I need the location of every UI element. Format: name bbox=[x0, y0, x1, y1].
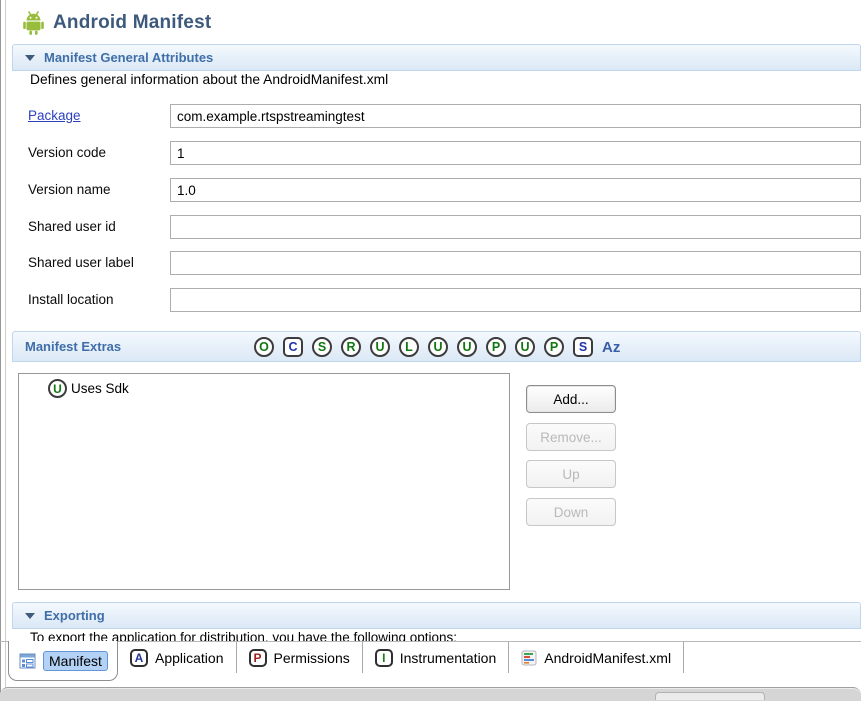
tab-permissions[interactable]: P Permissions bbox=[237, 642, 363, 673]
add-element-s-icon[interactable]: S bbox=[312, 337, 332, 357]
add-element-u2-icon[interactable]: U bbox=[428, 337, 448, 357]
shared-user-label-label: Shared user label bbox=[28, 255, 134, 270]
tab-label: Permissions bbox=[274, 650, 350, 666]
add-element-u3-icon[interactable]: U bbox=[457, 337, 477, 357]
package-link[interactable]: Package bbox=[28, 108, 81, 123]
collapse-triangle-icon[interactable] bbox=[25, 613, 35, 619]
section-title: Manifest Extras bbox=[25, 339, 121, 354]
list-item-label: Uses Sdk bbox=[71, 381, 129, 396]
package-input[interactable] bbox=[170, 104, 861, 128]
remove-button: Remove... bbox=[526, 423, 616, 451]
add-element-p2-icon[interactable]: P bbox=[544, 337, 564, 357]
lower-view-partial-control bbox=[655, 692, 765, 700]
form-page-icon bbox=[19, 653, 36, 669]
add-button[interactable]: Add... bbox=[526, 385, 616, 413]
section-title: Manifest General Attributes bbox=[44, 50, 213, 65]
section-exporting-header[interactable]: Exporting bbox=[12, 602, 861, 629]
permissions-icon: P bbox=[249, 649, 267, 667]
alphabetical-sort-icon[interactable]: Az bbox=[602, 337, 620, 357]
editor-left-border bbox=[0, 0, 6, 700]
shared-user-label-input[interactable] bbox=[170, 251, 861, 275]
add-element-l-icon[interactable]: L bbox=[399, 337, 419, 357]
add-element-o-icon[interactable]: O bbox=[254, 337, 274, 357]
add-element-p1-icon[interactable]: P bbox=[486, 337, 506, 357]
down-button: Down bbox=[526, 498, 616, 526]
version-name-input[interactable] bbox=[170, 178, 861, 202]
section-general-attributes-header[interactable]: Manifest General Attributes bbox=[12, 44, 861, 71]
version-code-input[interactable] bbox=[170, 141, 861, 165]
tab-label: AndroidManifest.xml bbox=[544, 650, 671, 666]
list-item-uses-sdk[interactable]: U Uses Sdk bbox=[19, 374, 509, 398]
add-element-c-icon[interactable]: C bbox=[283, 337, 303, 357]
install-location-input[interactable] bbox=[170, 288, 861, 312]
section-description: Defines general information about the An… bbox=[30, 72, 388, 87]
tab-label: Instrumentation bbox=[400, 650, 497, 666]
up-button: Up bbox=[526, 460, 616, 488]
tab-manifest[interactable]: Manifest bbox=[8, 641, 118, 681]
section-title: Exporting bbox=[44, 608, 105, 623]
version-name-label: Version name bbox=[28, 182, 111, 197]
shared-user-id-input[interactable] bbox=[170, 215, 861, 239]
add-element-u4-icon[interactable]: U bbox=[515, 337, 535, 357]
instrumentation-icon: I bbox=[375, 649, 393, 667]
shared-user-id-label: Shared user id bbox=[28, 219, 116, 234]
application-icon: A bbox=[130, 649, 148, 667]
exporting-clipped-text: To export the application for distributi… bbox=[30, 630, 810, 641]
uses-sdk-icon: U bbox=[48, 379, 67, 398]
extras-element-list[interactable]: U Uses Sdk bbox=[18, 373, 510, 590]
tabfolder-top-line bbox=[0, 641, 8, 642]
tab-label-selected: Manifest bbox=[43, 651, 108, 671]
android-robot-icon bbox=[20, 9, 47, 36]
page-title: Android Manifest bbox=[53, 12, 211, 34]
tab-androidmanifest-xml[interactable]: AndroidManifest.xml bbox=[509, 642, 684, 673]
extras-toolbar: O C S R U L U U P U P S Az bbox=[254, 337, 620, 357]
install-location-label: Install location bbox=[28, 292, 114, 307]
add-element-u1-icon[interactable]: U bbox=[370, 337, 390, 357]
tab-label: Application bbox=[155, 650, 224, 666]
xml-file-icon bbox=[521, 650, 537, 666]
android-manifest-editor: Android Manifest Manifest General Attrib… bbox=[0, 0, 861, 700]
tab-bar: A Application P Permissions I Instrument… bbox=[118, 642, 684, 673]
add-element-s2-icon[interactable]: S bbox=[573, 337, 593, 357]
collapse-triangle-icon[interactable] bbox=[25, 55, 35, 61]
add-element-r-icon[interactable]: R bbox=[341, 337, 361, 357]
version-code-label: Version code bbox=[28, 145, 106, 160]
tab-application[interactable]: A Application bbox=[118, 642, 237, 673]
tab-instrumentation[interactable]: I Instrumentation bbox=[363, 642, 510, 673]
